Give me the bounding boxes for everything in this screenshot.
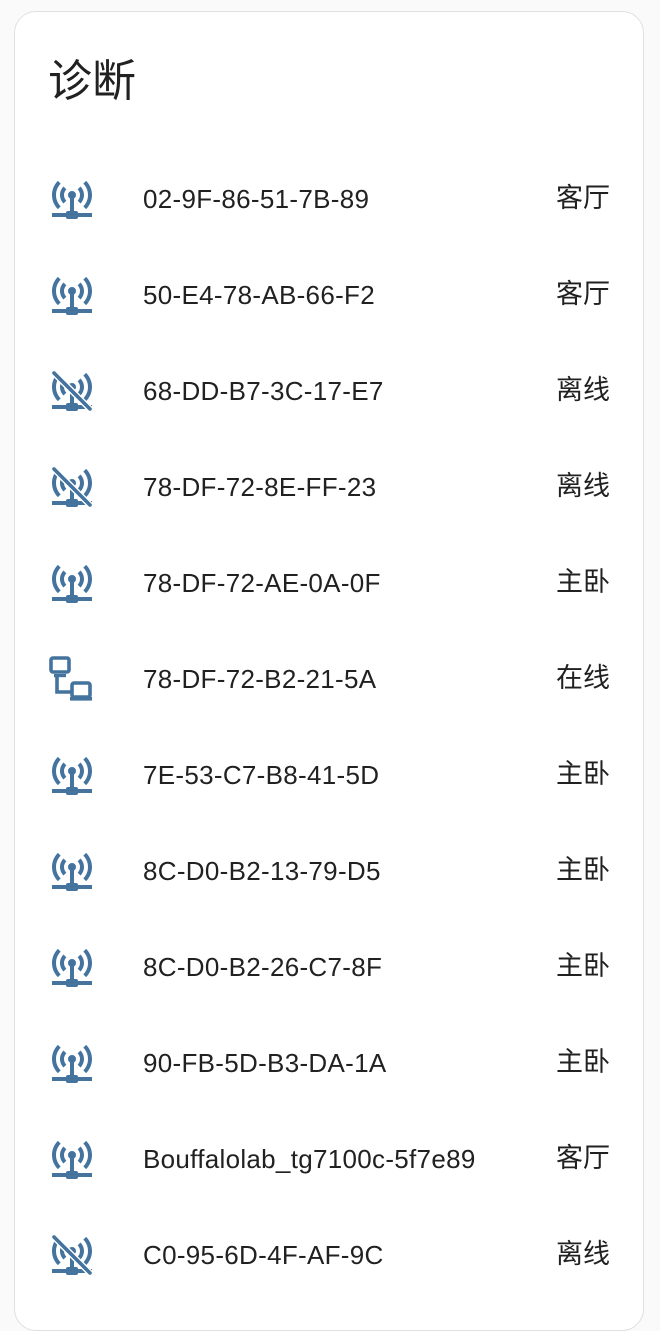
entity-state[interactable]: 离线 <box>556 343 610 439</box>
entity-name[interactable]: 8C-D0-B2-13-79-D5 <box>143 823 381 919</box>
wifi-access-point-network-icon <box>48 175 96 223</box>
lan-network-icon <box>48 655 96 703</box>
entity-list: 02-9F-86-51-7B-89 客厅 50-E4-78-AB-66-F2 客厅 … <box>15 151 643 1303</box>
entity-row[interactable]: 8C-D0-B2-13-79-D5 主卧 <box>15 823 643 919</box>
entity-row[interactable]: 68-DD-B7-3C-17-E7 离线 <box>15 343 643 439</box>
entity-state[interactable]: 主卧 <box>556 1015 610 1111</box>
entity-name[interactable]: 78-DF-72-B2-21-5A <box>143 631 376 727</box>
wifi-access-point-network-icon <box>48 1135 96 1183</box>
entity-name[interactable]: 90-FB-5D-B3-DA-1A <box>143 1015 387 1111</box>
entity-row[interactable]: 02-9F-86-51-7B-89 客厅 <box>15 151 643 247</box>
entity-row[interactable]: 50-E4-78-AB-66-F2 客厅 <box>15 247 643 343</box>
entity-name[interactable]: C0-95-6D-4F-AF-9C <box>143 1207 384 1303</box>
entity-name[interactable]: 8C-D0-B2-26-C7-8F <box>143 919 382 1015</box>
entity-state[interactable]: 在线 <box>556 631 610 727</box>
entity-row[interactable]: 8C-D0-B2-26-C7-8F 主卧 <box>15 919 643 1015</box>
entity-state[interactable]: 主卧 <box>556 727 610 823</box>
entity-row[interactable]: 7E-53-C7-B8-41-5D 主卧 <box>15 727 643 823</box>
card-title: 诊断 <box>48 56 136 107</box>
entity-name[interactable]: Bouffalolab_tg7100c-5f7e89 <box>143 1111 476 1207</box>
entity-state[interactable]: 主卧 <box>556 919 610 1015</box>
entity-name[interactable]: 7E-53-C7-B8-41-5D <box>143 727 379 823</box>
wifi-access-point-network-icon <box>48 847 96 895</box>
entity-name[interactable]: 78-DF-72-8E-FF-23 <box>143 439 376 535</box>
entity-state[interactable]: 离线 <box>556 439 610 535</box>
entity-row[interactable]: 90-FB-5D-B3-DA-1A 主卧 <box>15 1015 643 1111</box>
entity-state[interactable]: 主卧 <box>556 535 610 631</box>
wifi-access-point-network-icon <box>48 943 96 991</box>
entity-name[interactable]: 50-E4-78-AB-66-F2 <box>143 247 375 343</box>
wifi-access-point-network-off-icon <box>48 463 96 511</box>
entity-name[interactable]: 02-9F-86-51-7B-89 <box>143 151 369 247</box>
entity-row[interactable]: 78-DF-72-B2-21-5A 在线 <box>15 631 643 727</box>
wifi-access-point-network-icon <box>48 751 96 799</box>
entity-state[interactable]: 离线 <box>556 1207 610 1303</box>
entity-row[interactable]: C0-95-6D-4F-AF-9C 离线 <box>15 1207 643 1303</box>
entity-state[interactable]: 客厅 <box>556 151 610 247</box>
entity-state[interactable]: 客厅 <box>556 247 610 343</box>
entity-state[interactable]: 客厅 <box>556 1111 610 1207</box>
wifi-access-point-network-off-icon <box>48 1231 96 1279</box>
entity-state[interactable]: 主卧 <box>556 823 610 919</box>
entity-row[interactable]: 78-DF-72-AE-0A-0F 主卧 <box>15 535 643 631</box>
wifi-access-point-network-icon <box>48 1039 96 1087</box>
entity-name[interactable]: 68-DD-B7-3C-17-E7 <box>143 343 384 439</box>
wifi-access-point-network-off-icon <box>48 367 96 415</box>
entity-row[interactable]: 78-DF-72-8E-FF-23 离线 <box>15 439 643 535</box>
wifi-access-point-network-icon <box>48 271 96 319</box>
entity-name[interactable]: 78-DF-72-AE-0A-0F <box>143 535 381 631</box>
wifi-access-point-network-icon <box>48 559 96 607</box>
diagnostics-card: 诊断 02-9F-86-51-7B-89 客厅 50-E4-78-AB-66-F2… <box>14 11 644 1331</box>
entity-row[interactable]: Bouffalolab_tg7100c-5f7e89 客厅 <box>15 1111 643 1207</box>
